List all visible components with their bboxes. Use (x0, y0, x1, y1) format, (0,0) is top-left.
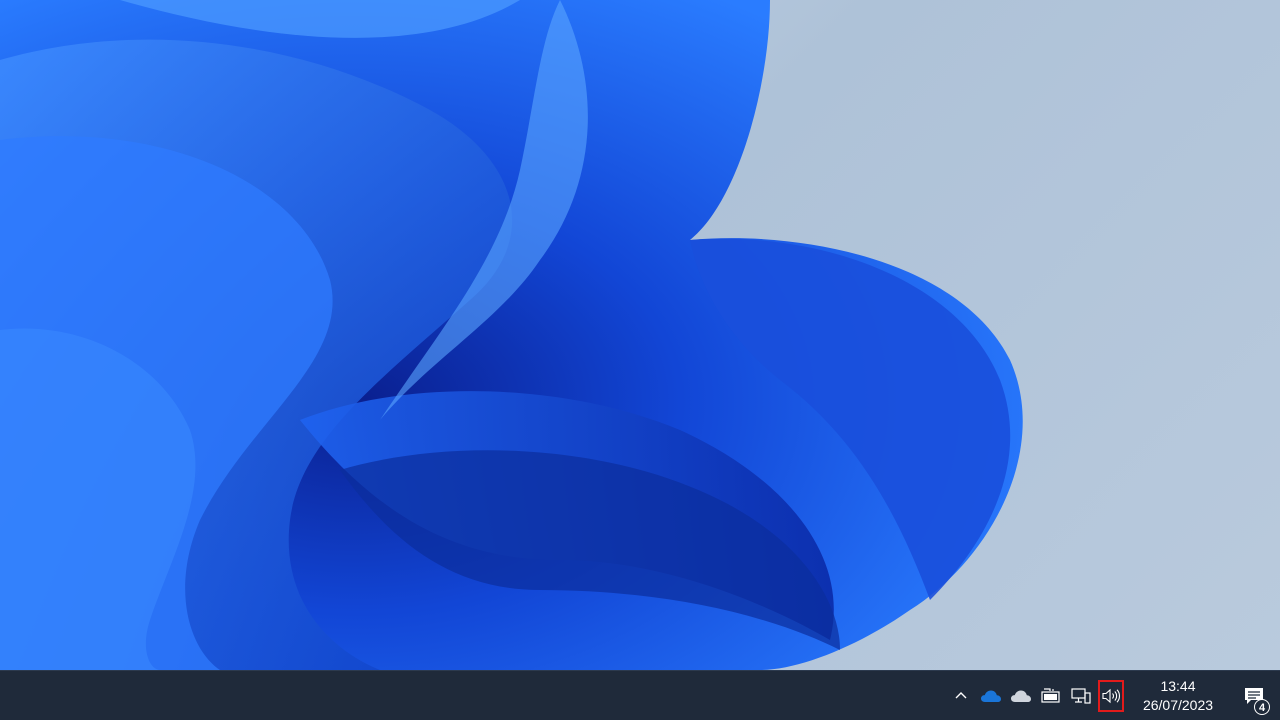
speaker-icon[interactable] (1098, 680, 1124, 712)
desktop[interactable] (0, 0, 1280, 670)
onedrive-grey-cloud-icon[interactable] (1006, 672, 1036, 720)
onedrive-blue-cloud-icon[interactable] (976, 672, 1006, 720)
clock-time: 13:44 (1160, 678, 1196, 694)
clock-date: 26/07/2023 (1142, 697, 1214, 713)
notification-count-badge: 4 (1254, 699, 1270, 715)
battery-icon[interactable] (1036, 672, 1066, 720)
taskbar-clock[interactable]: 13:44 26/07/2023 (1128, 672, 1228, 720)
wallpaper-bloom (0, 0, 1023, 670)
system-tray: 13:44 26/07/2023 4 (946, 671, 1280, 721)
network-icon[interactable] (1066, 672, 1096, 720)
taskbar: 13:44 26/07/2023 4 (0, 670, 1280, 720)
show-hidden-icons-chevron-icon[interactable] (946, 672, 976, 720)
action-center-button[interactable]: 4 (1228, 672, 1280, 720)
